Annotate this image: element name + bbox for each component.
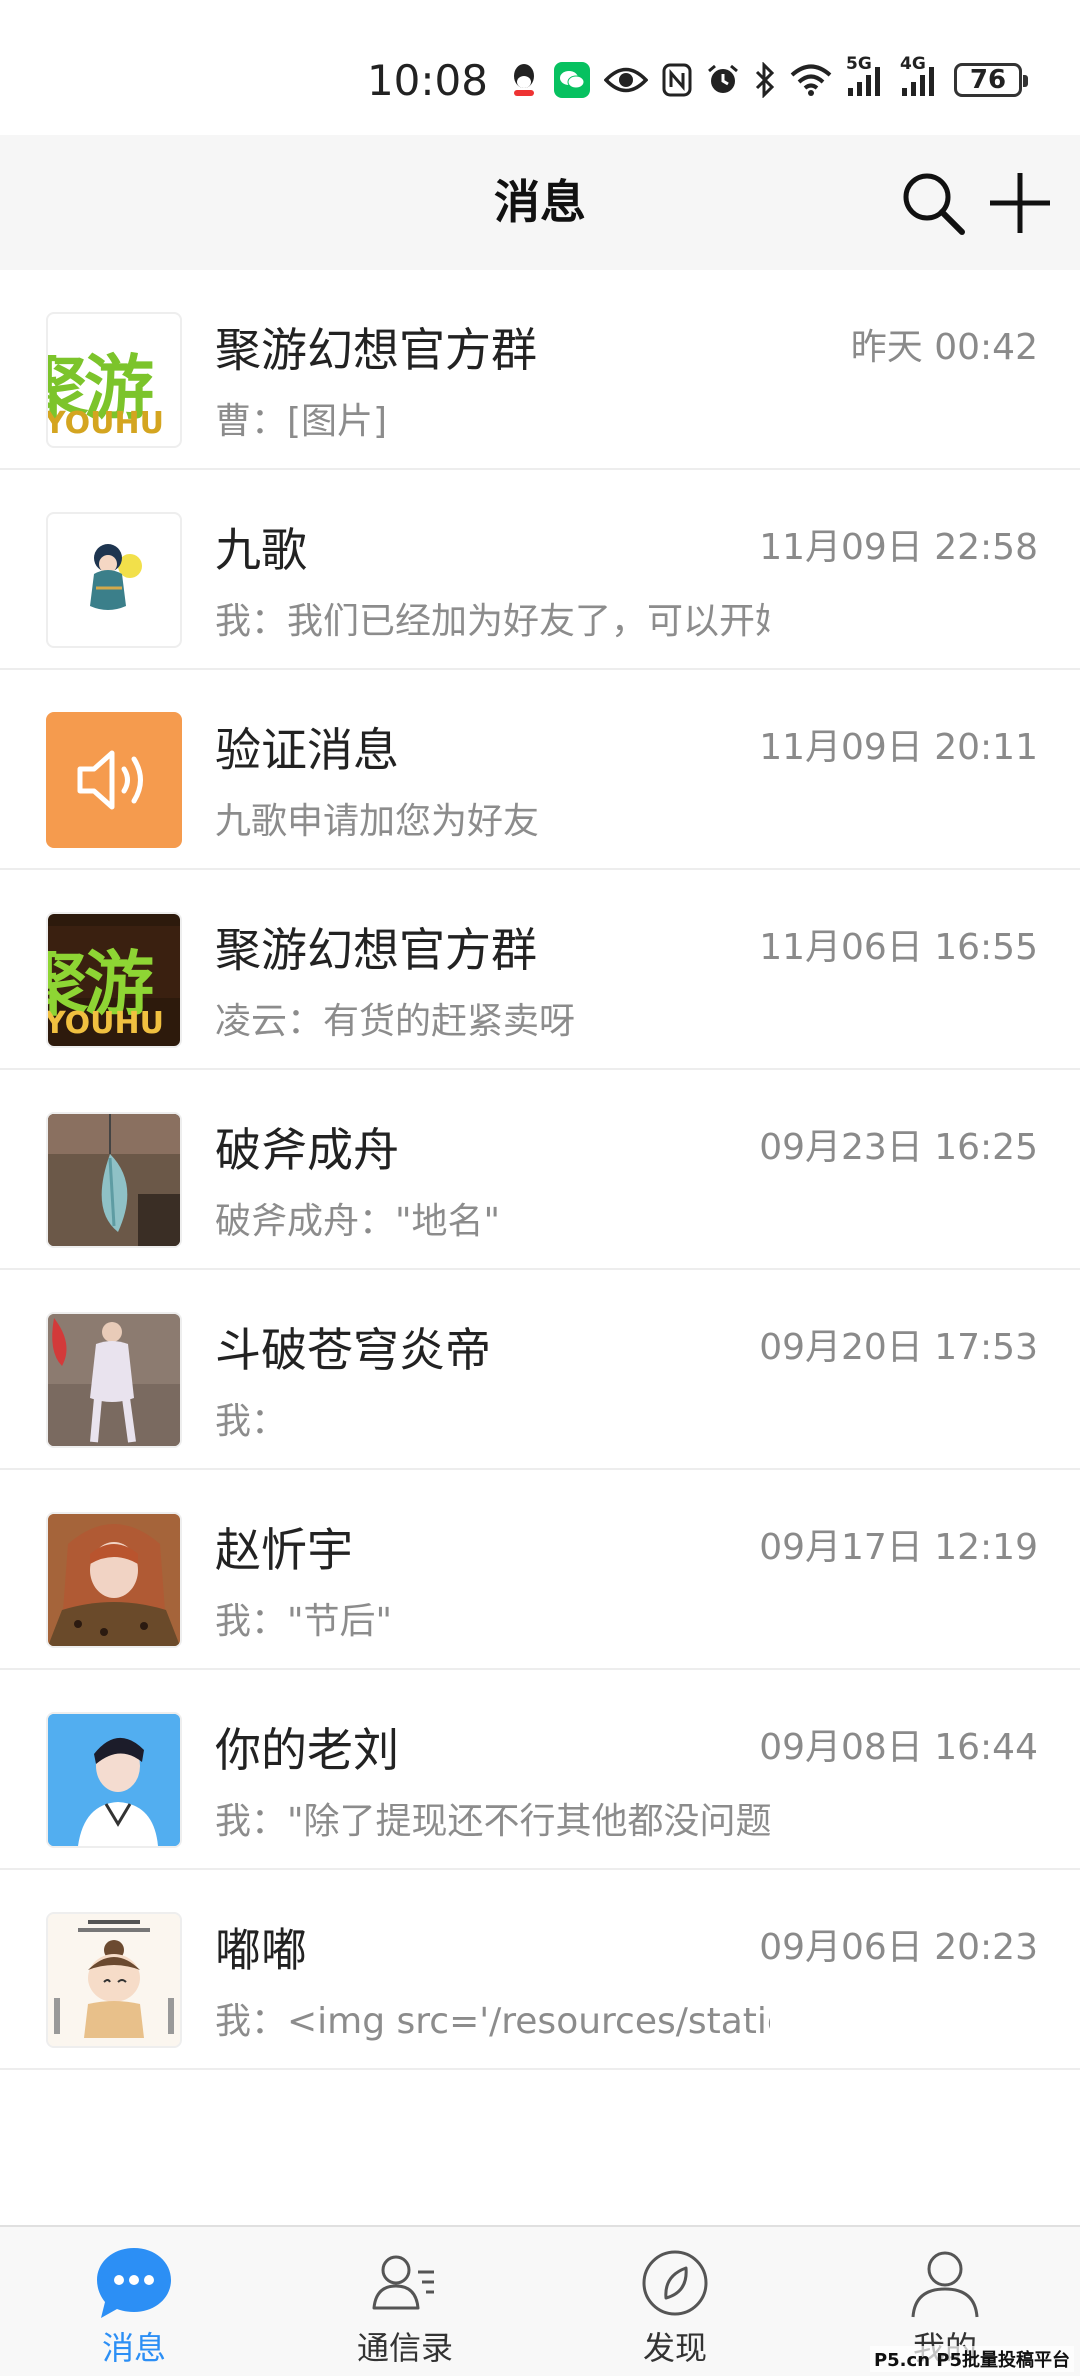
- conversation-time: 09月17日 12:19: [759, 1527, 1038, 1568]
- compass-icon: [635, 2243, 715, 2323]
- conversation-item[interactable]: 赵忻宇 09月17日 12:19 我："节后": [0, 1470, 1080, 1670]
- conversation-preview: 我：我们已经加为好友了，可以开始: [215, 601, 770, 642]
- conversation-item[interactable]: 九歌 11月09日 22:58 我：我们已经加为好友了，可以开始: [0, 470, 1080, 670]
- user-avatar: [46, 1312, 182, 1448]
- tab-contacts[interactable]: 通信录: [305, 2227, 505, 2378]
- chat-bubble-icon: [94, 2243, 174, 2323]
- conversation-name: 聚游幻想官方群: [215, 323, 537, 377]
- conversation-preview: 我："除了提现还不行其他都没问题": [215, 1801, 770, 1842]
- user-avatar: [46, 1712, 182, 1848]
- user-avatar: [46, 512, 182, 648]
- battery-level: 76: [969, 65, 1007, 95]
- user-avatar: [46, 1912, 182, 2048]
- tab-messages-label: 消息: [101, 2329, 166, 2367]
- conversation-preview: 我：: [215, 1401, 288, 1442]
- conversation-time: 11月06日 16:55: [759, 927, 1038, 968]
- conversation-name: 验证消息: [215, 723, 399, 777]
- user-avatar: [46, 1112, 182, 1248]
- conversation-item[interactable]: 你的老刘 09月08日 16:44 我："除了提现还不行其他都没问题": [0, 1670, 1080, 1870]
- conversation-preview: 凌云：有货的赶紧卖呀: [215, 1001, 576, 1042]
- alarm-icon: [706, 63, 740, 97]
- notification-avatar: [46, 712, 182, 848]
- app-header: 消息: [0, 135, 1080, 270]
- qq-icon: [508, 62, 540, 98]
- tab-contacts-label: 通信录: [356, 2329, 453, 2367]
- conversation-preview: 曹：[图片]: [215, 401, 388, 442]
- speaker-icon: [77, 750, 143, 810]
- conversation-time: 11月09日 22:58: [759, 527, 1038, 568]
- status-bar: 10:08 5G 4G 76: [0, 0, 1080, 135]
- conversation-item[interactable]: 斗破苍穹炎帝 09月20日 17:53 我：: [0, 1270, 1080, 1470]
- conversation-name: 九歌: [215, 523, 307, 577]
- conversation-time: 09月06日 20:23: [759, 1927, 1038, 1968]
- tab-messages[interactable]: 消息: [34, 2227, 234, 2378]
- conversation-item[interactable]: 聚游 YOUHU 聚游幻想官方群 昨天 00:42 曹：[图片]: [0, 270, 1080, 470]
- person-icon: [905, 2243, 985, 2323]
- conversation-preview: 九歌申请加您为好友: [215, 801, 540, 842]
- conversation-preview: 我："节后": [215, 1601, 393, 1642]
- conversation-time: 09月23日 16:25: [759, 1127, 1038, 1168]
- watermark: P5.cn P5批量投稿平台: [869, 2346, 1074, 2372]
- conversation-time: 11月09日 20:11: [759, 727, 1038, 768]
- conversation-preview: 我：<img src='/resources/static/em: [215, 2001, 770, 2042]
- status-time: 10:08: [366, 55, 488, 105]
- user-avatar: [46, 1512, 182, 1648]
- wechat-icon: [554, 62, 590, 98]
- conversation-item[interactable]: 验证消息 11月09日 20:11 九歌申请加您为好友: [0, 670, 1080, 870]
- conversation-preview: 破斧成舟："地名": [215, 1201, 501, 1242]
- signal-5g-icon: 5G: [846, 54, 886, 98]
- bluetooth-icon: [754, 62, 776, 98]
- add-button[interactable]: [982, 165, 1058, 241]
- tab-discover[interactable]: 发现: [575, 2227, 775, 2378]
- signal-4g-icon: 4G: [900, 54, 940, 98]
- conversation-item[interactable]: 破斧成舟 09月23日 16:25 破斧成舟："地名": [0, 1070, 1080, 1270]
- tab-discover-label: 发现: [642, 2329, 707, 2367]
- plus-icon: [990, 173, 1050, 233]
- conversation-name: 嘟嘟: [215, 1923, 307, 1977]
- conversation-list: 聚游 YOUHU 聚游幻想官方群 昨天 00:42 曹：[图片] 九歌 11月0…: [0, 270, 1080, 2070]
- conversation-name: 斗破苍穹炎帝: [215, 1323, 491, 1377]
- conversation-time: 09月20日 17:53: [759, 1327, 1038, 1368]
- wifi-icon: [790, 64, 832, 96]
- nfc-icon: [662, 63, 692, 97]
- group-avatar: 聚游 YOUHU: [46, 912, 182, 1048]
- contacts-icon: [365, 2243, 445, 2323]
- conversation-item[interactable]: 嘟嘟 09月06日 20:23 我：<img src='/resources/s…: [0, 1870, 1080, 2070]
- conversation-item[interactable]: 聚游 YOUHU 聚游幻想官方群 11月06日 16:55 凌云：有货的赶紧卖呀: [0, 870, 1080, 1070]
- battery-icon: 76: [954, 63, 1028, 97]
- conversation-name: 你的老刘: [215, 1723, 399, 1777]
- conversation-name: 聚游幻想官方群: [215, 923, 537, 977]
- group-avatar: 聚游 YOUHU: [46, 312, 182, 448]
- conversation-name: 破斧成舟: [215, 1123, 399, 1177]
- conversation-name: 赵忻宇: [215, 1523, 353, 1577]
- search-button[interactable]: [895, 165, 971, 241]
- search-icon: [903, 173, 965, 235]
- eye-icon: [604, 65, 648, 95]
- conversation-time: 昨天 00:42: [850, 327, 1038, 368]
- conversation-time: 09月08日 16:44: [759, 1727, 1038, 1768]
